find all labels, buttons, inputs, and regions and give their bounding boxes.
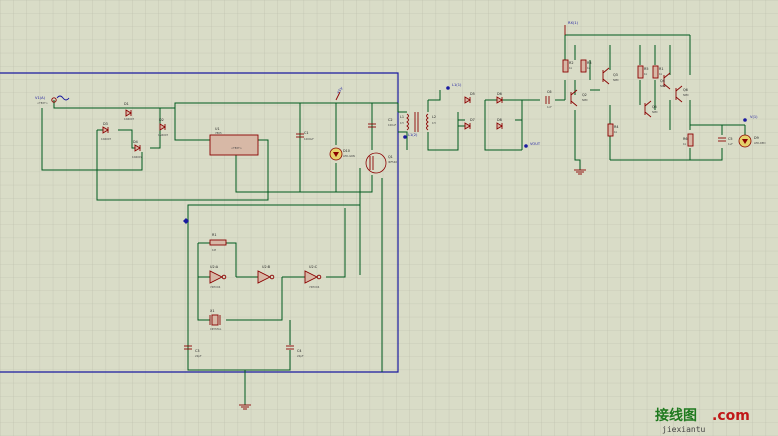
u1-ref: U1 — [215, 127, 220, 131]
r6-value: 1k — [683, 142, 687, 146]
r4-ref: R4 — [614, 125, 619, 129]
probe-l3-label: L1(1) — [452, 83, 462, 87]
d9-ref: D9 — [754, 136, 759, 140]
q4-ref: Q4 — [660, 79, 665, 83]
d8-ref: D8 — [497, 118, 502, 122]
d10-ref: D10 — [343, 149, 350, 153]
d3-ref: D3 — [103, 122, 108, 126]
x1-value: CRYSTAL — [210, 327, 222, 331]
r6-ref: R6 — [683, 137, 688, 141]
ra-value: 1M — [212, 248, 216, 252]
r1-value: 1k — [659, 72, 663, 76]
c3-value: 22pF — [195, 354, 202, 358]
c1-value: 1000uF — [304, 137, 314, 141]
q3-ref: Q3 — [613, 73, 618, 77]
d6-ref: D6 — [497, 92, 502, 96]
probe-v5-label: V(1) — [750, 115, 758, 119]
u2a-ref: U2:A — [210, 265, 219, 269]
r2-value: 1k — [569, 66, 573, 70]
u2b-ref: U2:B — [262, 265, 271, 269]
grid — [0, 0, 778, 436]
probe-rx-label: RX(1) — [568, 21, 579, 25]
u2a-value: 74HC04 — [210, 285, 221, 289]
ra-ref: R1 — [212, 233, 217, 237]
u2c-ref: U2:C — [309, 265, 318, 269]
q2-value: NPN — [582, 98, 588, 102]
q1-ref: Q1 — [388, 155, 393, 159]
d1-ref: D1 — [124, 102, 129, 106]
d2-ref: D2 — [159, 118, 164, 122]
r2-ref: R2 — [569, 61, 574, 65]
d1-value: 1N4007 — [124, 117, 135, 121]
d4-value: 1N4007 — [132, 155, 143, 159]
d2-value: 1N4007 — [158, 133, 169, 137]
c5-ref: C5 — [728, 137, 733, 141]
q4-value: NPN — [660, 84, 666, 88]
r3-ref: R3 — [587, 61, 592, 65]
schematic-canvas: V1(A) <TEXT> D1 1N4007 D2 1N4007 D3 1N40… — [0, 0, 778, 436]
c3-ref: C3 — [195, 349, 200, 353]
probe-v1-label: V1(A) — [35, 96, 46, 100]
d9-value: LED-RED — [754, 141, 765, 145]
r3-value: 1k — [587, 66, 591, 70]
l2-value: 1H — [432, 121, 436, 125]
q6-value: NPN — [683, 93, 689, 97]
q2-ref: Q2 — [582, 93, 587, 97]
watermark-cn: 接线图 — [655, 407, 697, 424]
u1-value: 7805 — [215, 131, 222, 135]
d4-ref: D4 — [133, 140, 138, 144]
x1-ref: X1 — [210, 309, 214, 313]
l1-value: 1H — [400, 121, 404, 125]
u1-text: <TEXT> — [231, 146, 242, 150]
r1-ref: R1 — [659, 67, 664, 71]
c4-value: 22pF — [297, 354, 304, 358]
l2-ref: L2 — [432, 115, 436, 119]
c5-value: 1uF — [728, 142, 733, 146]
c2-ref: C2 — [388, 118, 393, 122]
d10-value: LED-GRN — [343, 154, 355, 158]
c6-value: 1nF — [547, 105, 552, 109]
l1-ref: L1 — [400, 115, 404, 119]
probe-l4-label: L1(2) — [408, 133, 418, 137]
r5-ref: R5 — [644, 67, 649, 71]
c6-ref: C6 — [547, 90, 552, 94]
d5-ref: D5 — [470, 92, 475, 96]
q5-ref: Q5 — [652, 105, 657, 109]
c2-value: 100uF — [388, 123, 397, 127]
c4-ref: C4 — [297, 349, 302, 353]
r5-value: 1k — [644, 72, 648, 76]
d3-value: 1N4007 — [101, 137, 112, 141]
q5-value: NPN — [652, 110, 658, 114]
q6-ref: Q6 — [683, 88, 688, 92]
r4-value: 1k — [614, 130, 618, 134]
schematic-svg: V1(A) <TEXT> D1 1N4007 D2 1N4007 D3 1N40… — [0, 0, 778, 436]
c1-ref: C1 — [304, 131, 309, 135]
watermark-dotcom: .com — [712, 408, 750, 424]
u2c-value: 74HC04 — [309, 285, 320, 289]
probe-vout-label: VOUT — [530, 142, 541, 146]
watermark-domain: jiexiantu — [662, 425, 706, 434]
q3-value: NPN — [613, 78, 619, 82]
d7-ref: D7 — [470, 118, 475, 122]
q1-value: IRF540 — [388, 160, 397, 164]
probe-v1-text: <TEXT> — [37, 101, 48, 105]
